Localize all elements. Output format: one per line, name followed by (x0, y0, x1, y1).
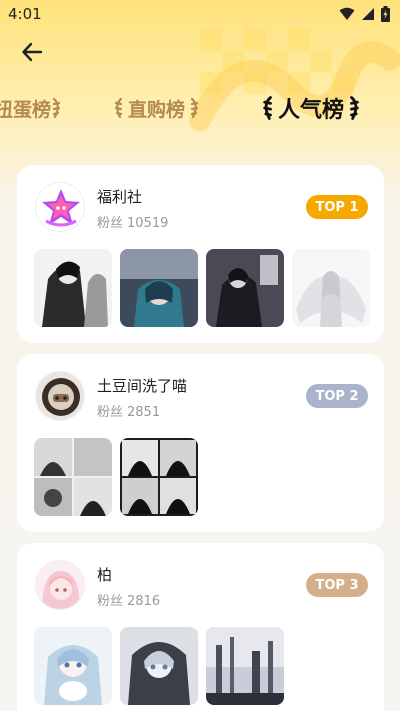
tab-gacha-ranking[interactable]: 扭蛋榜 (0, 95, 63, 122)
laurel-right-icon (190, 97, 199, 119)
status-time: 4:01 (8, 5, 42, 23)
laurel-left-icon (263, 96, 272, 120)
fans-value: 2851 (127, 405, 161, 420)
rank-badge: TOP 2 (306, 384, 368, 408)
fans-label: 粉丝 (97, 594, 124, 609)
back-button[interactable] (18, 38, 46, 66)
laurel-left-icon (114, 97, 123, 119)
product-thumbnail[interactable] (34, 438, 112, 516)
avatar[interactable] (35, 371, 85, 421)
product-thumbnail[interactable] (34, 249, 112, 327)
back-arrow-icon (22, 42, 43, 62)
ranking-card[interactable]: 福利社 粉丝 10519 TOP 1 (17, 165, 384, 343)
fans-count: 粉丝 10519 (97, 212, 172, 231)
rank-badge: TOP 1 (306, 195, 368, 219)
avatar-image (36, 372, 84, 420)
ranking-tabs: 扭蛋榜 直购榜 人气榜 (0, 88, 400, 128)
product-thumbnail[interactable] (120, 438, 198, 516)
tab-label: 人气榜 (278, 98, 345, 123)
fans-label: 粉丝 (97, 216, 124, 231)
product-thumbnail[interactable] (120, 627, 198, 705)
fans-count: 粉丝 2851 (97, 401, 164, 420)
fans-value: 2816 (127, 594, 161, 609)
laurel-right-icon (52, 97, 61, 119)
product-thumbnails (34, 249, 370, 327)
avatar-image (36, 561, 84, 609)
fans-count: 粉丝 2816 (97, 590, 164, 609)
shop-name: 柏 (97, 566, 113, 584)
product-thumbnail[interactable] (206, 627, 284, 705)
laurel-right-icon (350, 96, 359, 120)
shop-name: 土豆间洗了喵 (97, 377, 188, 395)
product-thumbnail[interactable] (34, 627, 112, 705)
status-icons (339, 6, 390, 22)
status-bar: 4:01 (0, 0, 400, 28)
tab-popularity-ranking[interactable]: 人气榜 (260, 92, 362, 124)
ranking-card[interactable]: 土豆间洗了喵 粉丝 2851 TOP 2 (17, 354, 384, 532)
avatar[interactable] (35, 560, 85, 610)
wifi-icon (339, 7, 355, 20)
signal-icon (362, 8, 374, 20)
battery-icon (381, 6, 390, 22)
product-thumbnail[interactable] (292, 249, 370, 327)
star-logo-icon (36, 183, 84, 231)
tab-direct-buy-ranking[interactable]: 直购榜 (112, 95, 201, 122)
shop-name: 福利社 (97, 188, 143, 206)
avatar[interactable] (35, 182, 85, 232)
fans-value: 10519 (127, 216, 169, 231)
fans-label: 粉丝 (97, 405, 124, 420)
rank-badge: TOP 3 (306, 573, 368, 597)
product-thumbnail[interactable] (206, 249, 284, 327)
tab-label: 扭蛋榜 (0, 98, 52, 121)
product-thumbnails (34, 627, 284, 705)
product-thumbnail[interactable] (120, 249, 198, 327)
tab-label: 直购榜 (128, 98, 186, 121)
product-thumbnails (34, 438, 198, 516)
ranking-card[interactable]: 柏 粉丝 2816 TOP 3 (17, 543, 384, 711)
